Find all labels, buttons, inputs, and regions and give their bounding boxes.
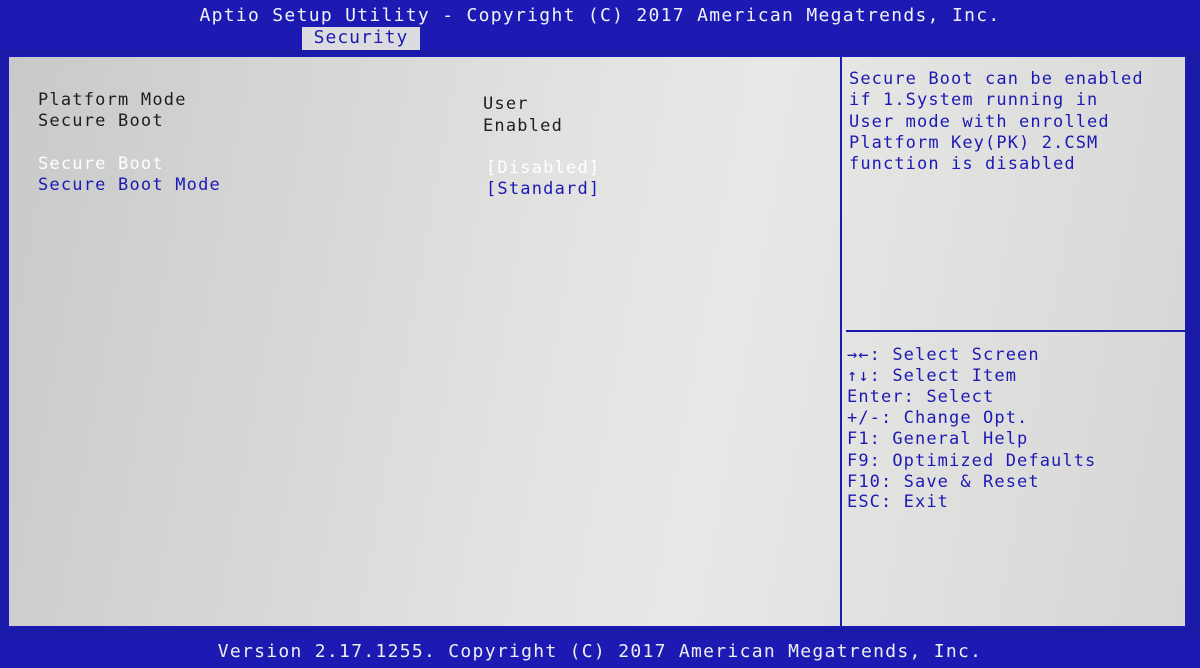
secure-boot-mode-value[interactable]: [Standard] [486,179,600,199]
key-hint-change-opt: +/-: Change Opt. [847,408,1029,428]
secure-boot-setting-label[interactable]: Secure Boot [38,154,164,174]
help-text-line: function is disabled [849,154,1076,174]
tab-security[interactable]: Security [302,27,420,50]
key-hint-select-screen: →←: Select Screen [847,345,1040,365]
secure-boot-mode-label[interactable]: Secure Boot Mode [38,175,221,195]
platform-mode-value: User [483,94,529,114]
key-hint-general-help: F1: General Help [847,429,1029,449]
help-text-line: User mode with enrolled [849,112,1110,132]
app-title: Aptio Setup Utility - Copyright (C) 2017… [199,5,1001,26]
secure-boot-status-label: Secure Boot [38,111,164,131]
key-hint-optimized-defaults: F9: Optimized Defaults [847,451,1097,471]
key-hint-select-item: ↑↓: Select Item [847,366,1018,386]
help-text-line: if 1.System running in [849,90,1099,110]
key-hint-save-reset: F10: Save & Reset [847,472,1040,492]
secure-boot-status-value: Enabled [483,116,564,136]
help-divider-horizontal [846,330,1186,332]
panel-divider-vertical [840,55,842,628]
secure-boot-setting-value[interactable]: [Disabled] [486,158,600,178]
help-text-line: Secure Boot can be enabled [849,69,1144,89]
footer-version: Version 2.17.1255. Copyright (C) 2017 Am… [217,641,983,662]
key-hint-exit: ESC: Exit [847,492,950,512]
key-hint-enter: Enter: Select [847,387,995,407]
platform-mode-label: Platform Mode [38,90,187,110]
help-text-line: Platform Key(PK) 2.CSM [849,133,1099,153]
